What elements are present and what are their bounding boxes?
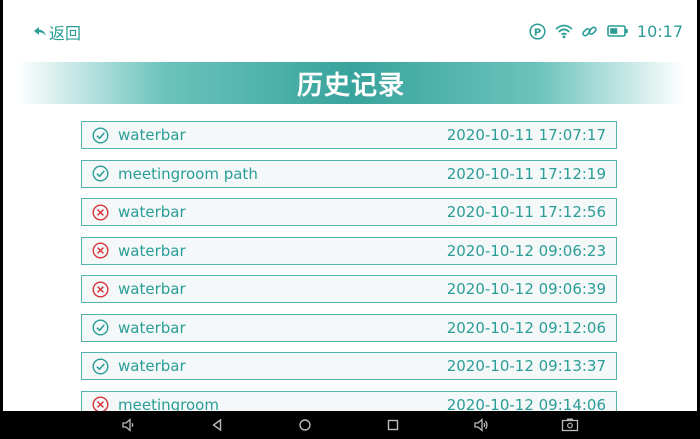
check-circle-icon [92, 165, 109, 182]
system-nav-bar [0, 411, 700, 439]
back-arrow-icon [34, 27, 46, 36]
record-time: 2020-10-12 09:06:39 [446, 280, 606, 298]
check-circle-icon [92, 126, 109, 144]
history-row[interactable]: waterbar 2020-10-11 17:07:17 [81, 121, 617, 149]
history-row[interactable]: meetingroom path 2020-10-11 17:12:19 [81, 159, 617, 188]
record-name: meetingroom [118, 395, 219, 412]
record-time: 2020-10-11 17:12:56 [446, 203, 606, 221]
app-screen: 返回 P 10:17 历史记录 waterbar 2020-10-11 17:07… [3, 0, 697, 411]
record-name: waterbar [118, 126, 186, 144]
history-row[interactable]: waterbar 2020-10-12 09:06:39 [81, 275, 617, 303]
history-list: waterbar 2020-10-11 17:07:17 meetingroom p… [81, 121, 617, 411]
record-name: waterbar [118, 241, 186, 260]
record-name: waterbar [118, 203, 186, 221]
record-name: waterbar [118, 280, 186, 298]
screenshot-icon[interactable] [561, 417, 579, 433]
svg-text:P: P [534, 27, 541, 38]
cross-circle-icon [92, 242, 109, 259]
status-bar: P 10:17 [521, 20, 683, 42]
volume-up-icon[interactable] [473, 417, 489, 433]
parking-icon: P [529, 22, 547, 40]
history-row[interactable]: waterbar 2020-10-12 09:12:06 [81, 313, 617, 342]
battery-icon [607, 22, 629, 40]
record-time: 2020-10-11 17:12:19 [446, 164, 606, 183]
back-triangle-icon[interactable] [209, 417, 225, 433]
history-row[interactable]: waterbar 2020-10-11 17:12:56 [81, 198, 617, 226]
page-title: 历史记录 [296, 70, 405, 101]
cross-circle-icon [92, 280, 109, 298]
home-circle-icon[interactable] [297, 417, 313, 433]
record-time: 2020-10-12 09:14:06 [446, 395, 606, 412]
record-time: 2020-10-12 09:06:23 [446, 241, 606, 260]
wifi-icon [555, 22, 573, 40]
record-time: 2020-10-12 09:12:06 [446, 318, 606, 337]
record-name: meetingroom path [118, 164, 258, 183]
history-row[interactable]: waterbar 2020-10-12 09:06:23 [81, 236, 617, 265]
history-row[interactable]: meetingroom 2020-10-12 09:14:06 [81, 390, 617, 412]
volume-down-icon[interactable] [120, 417, 136, 433]
back-button[interactable]: 返回 [33, 22, 82, 43]
record-time: 2020-10-12 09:13:37 [446, 357, 606, 375]
clock: 10:17 [636, 21, 683, 41]
cross-circle-icon [92, 396, 109, 411]
record-name: waterbar [118, 357, 186, 375]
recents-square-icon[interactable] [385, 417, 401, 433]
back-label: 返回 [49, 24, 82, 43]
link-icon [581, 22, 599, 40]
record-time: 2020-10-11 17:07:17 [446, 126, 606, 144]
history-row[interactable]: waterbar 2020-10-12 09:13:37 [81, 352, 617, 380]
title-banner: 历史记录 [17, 62, 685, 104]
check-circle-icon [92, 319, 109, 336]
record-name: waterbar [118, 318, 186, 337]
cross-circle-icon [92, 203, 109, 221]
check-circle-icon [92, 357, 109, 375]
